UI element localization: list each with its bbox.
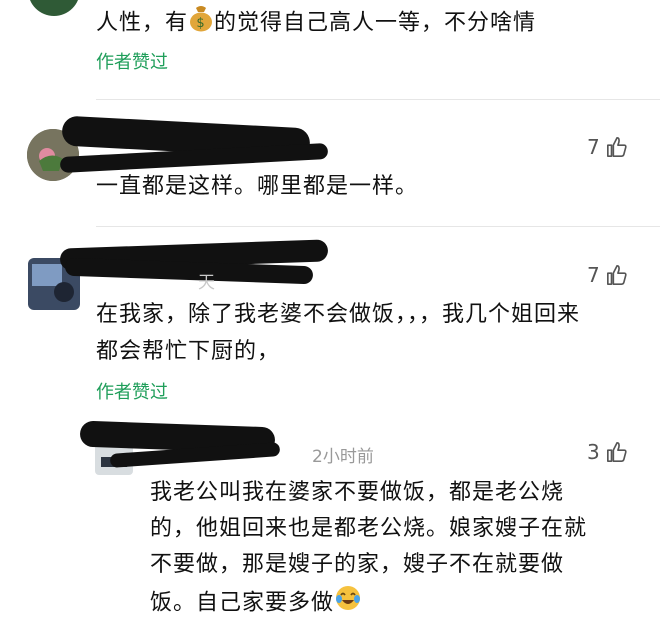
author-liked-label: 作者赞过 bbox=[96, 52, 168, 73]
comment-4-text-line3: 不要做，那是嫂子的家，嫂子不在就要做 bbox=[150, 552, 565, 577]
comment-1-text: 人性，有 $ 的觉得自己高人一等，不分啥情 bbox=[96, 4, 536, 43]
divider bbox=[96, 99, 660, 100]
comment-3-text-line1: 在我家，除了我老婆不会做饭，，，我几个姐回来 bbox=[96, 302, 581, 327]
thumbs-up-icon bbox=[606, 442, 627, 462]
comment-1-text-before: 人性，有 bbox=[96, 10, 189, 36]
thumbs-up-icon bbox=[606, 265, 627, 285]
comment-1-text-after: 的觉得自己高人一等，不分啥情 bbox=[214, 10, 537, 36]
like-count[interactable]: 3 bbox=[587, 440, 628, 464]
reply-time: 2小时前 bbox=[312, 447, 374, 467]
obscured-meta: 天 bbox=[198, 273, 215, 293]
money-bag-icon: $ bbox=[188, 4, 214, 43]
divider bbox=[96, 226, 660, 227]
comment-4-text-line1: 我老公叫我在婆家不要做饭，都是老公烧 bbox=[150, 480, 565, 505]
thumbs-up-icon bbox=[606, 137, 627, 157]
comment-3-text-line2: 都会帮忙下厨的， bbox=[96, 339, 281, 364]
comment-4-text-line2: 的，他姐回来也是都老公烧。娘家嫂子在就 bbox=[150, 516, 588, 541]
comment-2-text: 一直都是这样。哪里都是一样。 bbox=[96, 174, 419, 199]
svg-text:$: $ bbox=[196, 16, 205, 31]
like-count[interactable]: 7 bbox=[587, 135, 628, 159]
author-liked-label: 作者赞过 bbox=[96, 382, 168, 403]
crying-laughing-emoji bbox=[334, 584, 362, 623]
comment-4-text-line4: 饭。自己家要多做 bbox=[150, 584, 362, 623]
avatar-partial[interactable] bbox=[28, 0, 80, 16]
comment-4-text-line4-content: 饭。自己家要多做 bbox=[150, 590, 335, 616]
like-count[interactable]: 7 bbox=[587, 263, 628, 287]
